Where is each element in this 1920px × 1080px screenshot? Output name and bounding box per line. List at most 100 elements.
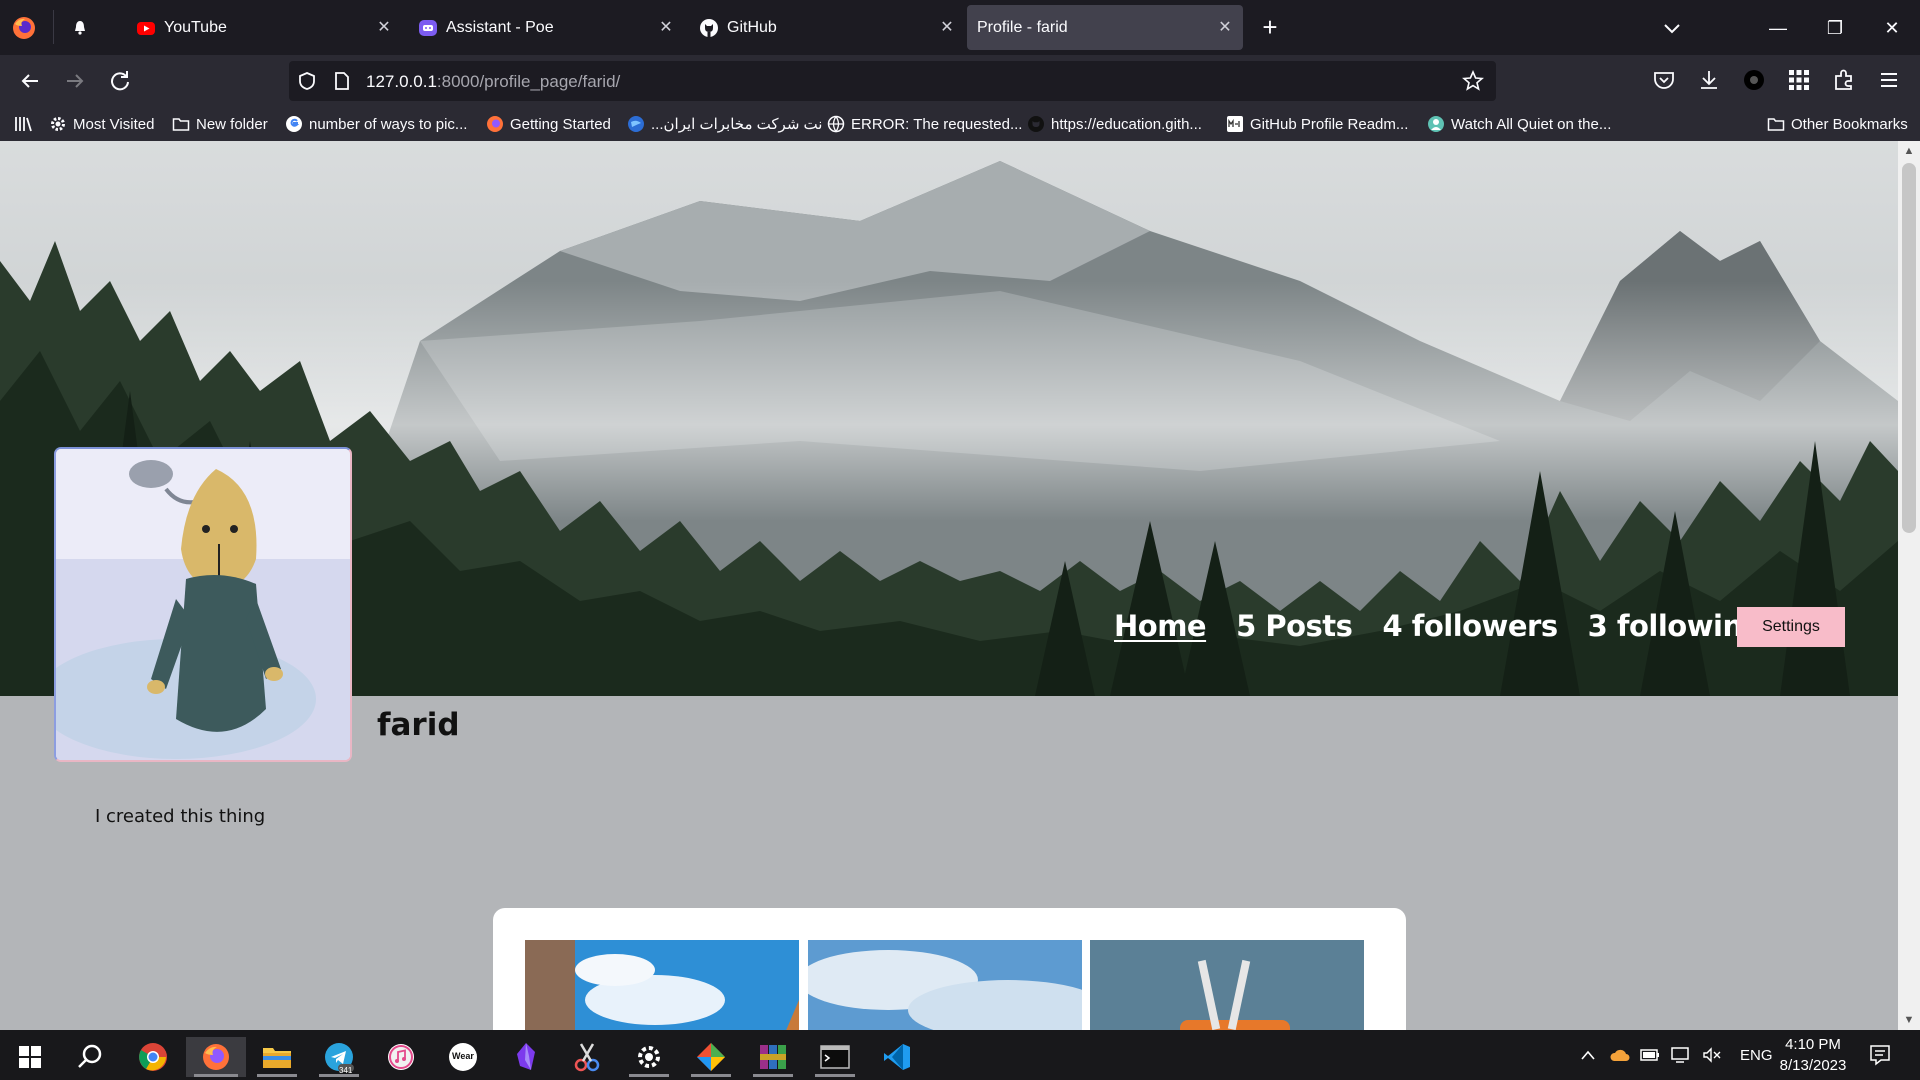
reload-icon[interactable] (106, 67, 134, 95)
url-path: :8000/profile_page/farid/ (436, 72, 621, 91)
apps-grid-icon[interactable] (1786, 67, 1812, 93)
extension-dark-circle-icon[interactable] (1741, 67, 1767, 93)
restore-window-button[interactable]: ❐ (1821, 14, 1849, 42)
telegram-icon[interactable]: 341 (311, 1037, 367, 1077)
snipping-icon[interactable] (559, 1037, 615, 1077)
onedrive-cloud-icon[interactable] (1610, 1048, 1630, 1062)
file-explorer-icon[interactable] (249, 1037, 305, 1077)
page-scrollbar[interactable]: ▲ ▼ (1898, 141, 1920, 1030)
nav-followers-link[interactable]: 4 followers (1382, 609, 1558, 643)
open-app-indicator (691, 1074, 731, 1077)
tab-poe[interactable]: Assistant - Poe ✕ (408, 5, 684, 50)
tab-title: YouTube (164, 18, 227, 36)
url-host: 127.0.0.1 (366, 72, 437, 91)
url-text[interactable]: 127.0.0.1:8000/profile_page/farid/ (366, 72, 620, 92)
settings-button[interactable]: Settings (1737, 607, 1845, 647)
tab-title: GitHub (727, 18, 777, 36)
search-icon[interactable] (62, 1037, 118, 1077)
scrollbar-thumb[interactable] (1902, 163, 1916, 533)
bookmark-number-of-ways[interactable]: number of ways to pic... (285, 113, 467, 135)
library-icon[interactable] (14, 115, 34, 133)
downloads-icon[interactable] (1696, 67, 1722, 93)
close-window-button[interactable]: ✕ (1878, 14, 1906, 42)
close-tab-icon[interactable]: ✕ (939, 19, 955, 36)
tracking-protection-shield-icon[interactable] (297, 71, 317, 91)
volume-muted-icon[interactable] (1702, 1047, 1722, 1063)
tab-github[interactable]: GitHub ✕ (689, 5, 965, 50)
bookmark-mokhaberat[interactable]: ...نت شرکت مخابرات ایران (627, 113, 822, 135)
bookmark-label: https://education.gith... (1051, 115, 1202, 133)
readme-icon (1227, 116, 1243, 132)
github-icon (1028, 116, 1044, 132)
page-info-icon[interactable] (333, 71, 351, 91)
close-tab-icon[interactable]: ✕ (1217, 19, 1233, 36)
tab-divider (53, 10, 54, 44)
hamburger-menu-icon[interactable] (1876, 67, 1902, 93)
github-icon (700, 18, 718, 37)
system-tray: ENG (1580, 1030, 1773, 1080)
post-thumbnail[interactable] (808, 940, 1082, 1030)
post-thumbnail[interactable] (525, 940, 799, 1030)
page-viewport: Home 5 Posts 4 followers 3 following Set… (0, 141, 1898, 1030)
bookmark-label: Getting Started (510, 115, 611, 133)
other-bookmarks[interactable]: Other Bookmarks (1767, 113, 1908, 135)
pocket-icon[interactable] (1651, 67, 1677, 93)
profile-nav: Home 5 Posts 4 followers 3 following (1114, 606, 1793, 646)
close-tab-icon[interactable]: ✕ (658, 19, 674, 36)
winrar-icon[interactable] (745, 1037, 801, 1077)
folder-icon (1767, 118, 1785, 131)
tab-title: Assistant - Poe (446, 18, 554, 36)
url-bar[interactable]: 127.0.0.1:8000/profile_page/farid/ (289, 61, 1496, 101)
bookmark-star-icon[interactable] (1462, 70, 1484, 92)
bookmark-github-profile-readme[interactable]: GitHub Profile Readm... (1226, 113, 1408, 135)
back-arrow-icon[interactable] (16, 67, 44, 95)
browser-tab-bar: YouTube ✕ Assistant - Poe ✕ GitHub ✕ Pro… (0, 0, 1920, 55)
extensions-puzzle-icon[interactable] (1831, 67, 1857, 93)
battery-icon[interactable] (1640, 1048, 1660, 1062)
post-thumbnail[interactable] (1090, 940, 1364, 1030)
pinned-tab-notification-icon[interactable] (70, 18, 90, 38)
nav-home-link[interactable]: Home (1114, 609, 1207, 643)
bookmark-getting-started[interactable]: Getting Started (486, 113, 611, 135)
taskbar-clock[interactable]: 4:10 PM 8/13/2023 (1768, 1034, 1858, 1076)
bookmark-most-visited[interactable]: Most Visited (49, 113, 154, 135)
scroll-up-icon[interactable]: ▲ (1903, 145, 1915, 157)
list-all-tabs-icon[interactable] (1660, 16, 1684, 40)
open-app-indicator (257, 1074, 297, 1077)
vscode-icon[interactable] (869, 1037, 925, 1077)
profile-avatar (54, 447, 352, 762)
wear-icon[interactable]: Wear (435, 1037, 491, 1077)
minimize-window-button[interactable]: — (1764, 14, 1792, 42)
new-tab-button[interactable]: + (1256, 14, 1284, 42)
network-icon[interactable] (1670, 1047, 1692, 1063)
terminal-icon[interactable] (807, 1037, 863, 1077)
itunes-icon[interactable] (373, 1037, 429, 1077)
obsidian-icon[interactable] (498, 1037, 554, 1077)
open-app-indicator (815, 1074, 855, 1077)
settings-icon[interactable] (621, 1037, 677, 1077)
nav-posts-link[interactable]: 5 Posts (1236, 609, 1353, 643)
scroll-down-icon[interactable]: ▼ (1903, 1014, 1915, 1026)
tab-youtube[interactable]: YouTube ✕ (126, 5, 402, 50)
chrome-icon[interactable] (125, 1037, 181, 1077)
bookmark-label: number of ways to pic... (309, 115, 468, 133)
notifications-icon[interactable] (1869, 1044, 1891, 1066)
windows-start-icon[interactable] (2, 1037, 58, 1077)
bookmark-education-github[interactable]: https://education.gith... (1027, 113, 1202, 135)
show-hidden-icons-chevron-icon[interactable] (1580, 1049, 1596, 1061)
open-app-indicator (629, 1074, 669, 1077)
google-icon (286, 116, 302, 132)
windows-taskbar: 341 Wear ENG 4:10 PM 8/13/2023 (0, 1030, 1920, 1080)
folder-icon (172, 118, 190, 131)
firefox-taskbar-icon[interactable] (186, 1037, 246, 1077)
tab-profile-active[interactable]: Profile - farid ✕ (967, 5, 1243, 50)
firefox-menu-icon[interactable] (10, 14, 38, 42)
globe-icon (827, 115, 845, 133)
forward-arrow-icon[interactable] (61, 67, 89, 95)
bookmark-error-requested[interactable]: ERROR: The requested... (827, 113, 1022, 135)
bookmark-watch-all-quiet[interactable]: Watch All Quiet on the... (1427, 113, 1611, 135)
close-tab-icon[interactable]: ✕ (376, 19, 392, 36)
poe-icon (419, 19, 437, 36)
bookmark-new-folder[interactable]: New folder (172, 113, 268, 135)
git-icon[interactable] (683, 1037, 739, 1077)
